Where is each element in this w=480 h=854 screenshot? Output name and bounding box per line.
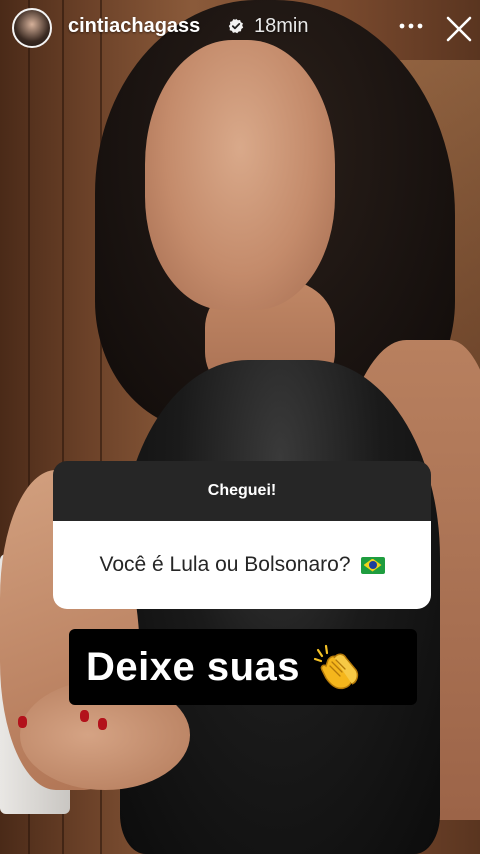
caption-sticker: Deixe suas bbox=[69, 629, 417, 705]
question-sticker-title: Cheguei! bbox=[53, 461, 431, 521]
verified-badge-icon bbox=[228, 18, 244, 34]
username[interactable]: cintiachagass bbox=[68, 15, 200, 38]
avatar[interactable] bbox=[12, 8, 52, 48]
clapping-hands-icon bbox=[313, 644, 359, 690]
question-sticker-body: Você é Lula ou Bolsonaro? bbox=[53, 521, 431, 609]
close-icon[interactable] bbox=[444, 14, 474, 44]
story-background-photo bbox=[0, 0, 480, 854]
brazil-flag-icon bbox=[360, 556, 385, 574]
question-text: Você é Lula ou Bolsonaro? bbox=[99, 553, 351, 576]
caption-text: Deixe suas bbox=[86, 644, 301, 689]
question-sticker[interactable]: Cheguei! Você é Lula ou Bolsonaro? bbox=[53, 461, 431, 609]
story-header: cintiachagass 18min bbox=[0, 0, 480, 56]
post-time: 18min bbox=[254, 15, 309, 37]
more-options-icon[interactable] bbox=[396, 14, 426, 38]
